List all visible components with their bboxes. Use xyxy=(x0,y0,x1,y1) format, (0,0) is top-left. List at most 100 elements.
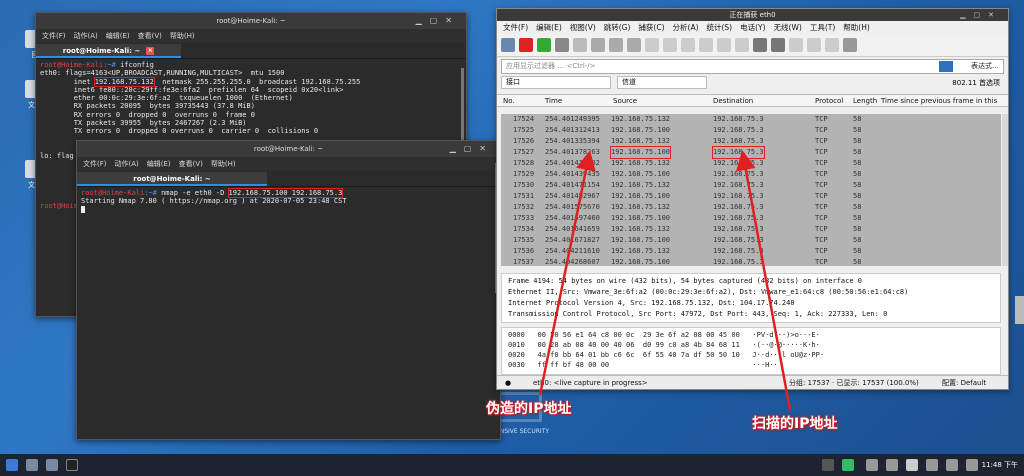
menu-edit[interactable]: 编辑(E) xyxy=(106,32,130,40)
menu-view[interactable]: 查看(V) xyxy=(138,32,162,40)
col-protocol[interactable]: Protocol xyxy=(815,95,843,107)
last-packet-icon[interactable] xyxy=(735,38,749,52)
go-forward-icon[interactable] xyxy=(681,38,695,52)
normal-size-icon[interactable] xyxy=(825,38,839,52)
terminal-tab[interactable]: root@Hoime-Kali: ~ × xyxy=(36,44,181,58)
packet-row[interactable]: 17535 254.401671827 192.168.75.100 192.168.… xyxy=(501,235,1001,246)
detail-frame[interactable]: Frame 4194: 54 bytes on wire (432 bits),… xyxy=(508,276,994,287)
channel-select[interactable]: 信道 xyxy=(617,76,707,89)
window-titlebar[interactable]: 正在捕获 eth0 ▁▢✕ xyxy=(497,9,1008,21)
stop-capture-icon[interactable] xyxy=(519,38,533,52)
battery-icon[interactable] xyxy=(906,459,918,471)
capture-options-icon[interactable] xyxy=(555,38,569,52)
detail-ethernet[interactable]: Ethernet II, Src: Vmware_3e:6f:a2 (00:0c… xyxy=(508,287,994,298)
menu-action[interactable]: 动作(A) xyxy=(74,32,98,40)
menu-telephony[interactable]: 电话(Y) xyxy=(740,23,765,32)
terminal-tab[interactable]: root@Hoime-Kali: ~ xyxy=(77,172,267,186)
packet-row[interactable]: 17536 254.404211610 192.168.75.132 192.168.… xyxy=(501,246,1001,257)
col-no[interactable]: No. xyxy=(503,95,515,107)
power-icon[interactable] xyxy=(926,459,938,471)
packet-row[interactable]: 17527 254.401378263 192.168.75.100 192.168.… xyxy=(501,146,1001,159)
network-icon[interactable] xyxy=(866,459,878,471)
menu-help[interactable]: 帮助(H) xyxy=(843,23,870,32)
open-file-icon[interactable] xyxy=(573,38,587,52)
packet-row[interactable]: 17528 254.401418502 192.168.75.132 192.168.… xyxy=(501,158,1001,169)
file-manager-icon[interactable] xyxy=(46,459,58,471)
menu-file[interactable]: 文件(F) xyxy=(83,160,107,168)
col-destination[interactable]: Destination xyxy=(713,95,753,107)
packet-details[interactable]: Frame 4194: 54 bytes on wire (432 bits),… xyxy=(501,273,1001,323)
col-delta[interactable]: Time since previous frame in this xyxy=(881,95,997,107)
packet-row[interactable]: 17534 254.401641659 192.168.75.132 192.168.… xyxy=(501,224,1001,235)
packet-list-scrollbar[interactable] xyxy=(1002,114,1008,266)
wireless-prefs-link[interactable]: 802.11 首选项 xyxy=(952,76,1000,90)
close-file-icon[interactable] xyxy=(609,38,623,52)
shark-fin-icon[interactable] xyxy=(501,38,515,52)
zoom-in-icon[interactable] xyxy=(789,38,803,52)
interface-select[interactable]: 接口 xyxy=(501,76,611,89)
menu-help[interactable]: 帮助(H) xyxy=(211,160,236,168)
colorize-icon[interactable] xyxy=(771,38,785,52)
expression-button[interactable]: 表达式… xyxy=(971,60,999,73)
packet-row[interactable]: 17531 254.401492967 192.168.75.100 192.168.… xyxy=(501,191,1001,202)
packet-list[interactable]: 17524 254.401249395 192.168.75.132 192.168.… xyxy=(501,114,1001,266)
go-back-icon[interactable] xyxy=(663,38,677,52)
menu-help[interactable]: 帮助(H) xyxy=(170,32,195,40)
menu-statistics[interactable]: 统计(S) xyxy=(707,23,733,32)
packet-row[interactable]: 17530 254.401471154 192.168.75.132 192.168.… xyxy=(501,180,1001,191)
save-file-icon[interactable] xyxy=(591,38,605,52)
app-icon[interactable] xyxy=(886,459,898,471)
packet-row[interactable]: 17537 254.404268607 192.168.75.100 192.168.… xyxy=(501,257,1001,266)
side-panel-handle[interactable] xyxy=(1015,296,1024,324)
kali-menu-icon[interactable] xyxy=(6,459,18,471)
apply-filter-icon[interactable] xyxy=(939,61,953,72)
menu-view[interactable]: 查看(V) xyxy=(179,160,203,168)
packet-row[interactable]: 17529 254.401439435 192.168.75.100 192.168.… xyxy=(501,169,1001,180)
window-controls[interactable]: ▁▢✕ xyxy=(960,9,1002,21)
window-controls[interactable]: ▁▢✕ xyxy=(416,13,460,29)
go-to-packet-icon[interactable] xyxy=(699,38,713,52)
window-controls[interactable]: ▁▢✕ xyxy=(450,141,494,157)
notifications-icon[interactable] xyxy=(946,459,958,471)
packet-bytes[interactable]: 0000 00 50 56 e1 64 c8 00 0c 29 3e 6f a2… xyxy=(501,327,1001,375)
menu-file[interactable]: 文件(F) xyxy=(42,32,66,40)
terminal-window-nmap[interactable]: root@Hoime-Kali: ~ ▁▢✕ 文件(F) 动作(A) 编辑(E) 查看(… xyxy=(76,140,501,440)
packet-row[interactable]: 17533 254.401597460 192.168.75.100 192.168.… xyxy=(501,213,1001,224)
find-packet-icon[interactable] xyxy=(645,38,659,52)
packet-row[interactable]: 17526 254.401335394 192.168.75.132 192.168.… xyxy=(501,136,1001,147)
detail-tcp[interactable]: Transmission Control Protocol, Src Port:… xyxy=(508,309,994,320)
autoscroll-icon[interactable] xyxy=(753,38,767,52)
window-titlebar[interactable]: root@Hoime-Kali: ~ ▁▢✕ xyxy=(77,141,500,157)
col-source[interactable]: Source xyxy=(613,95,637,107)
terminal-icon[interactable] xyxy=(66,459,78,471)
menu-edit[interactable]: 编辑(E) xyxy=(536,23,562,32)
menu-capture[interactable]: 捕获(C) xyxy=(638,23,664,32)
menu-wireless[interactable]: 无线(W) xyxy=(774,23,802,32)
col-length[interactable]: Length xyxy=(853,95,877,107)
expert-info-icon[interactable]: ● xyxy=(505,376,511,390)
detail-ipv4[interactable]: Internet Protocol Version 4, Src: 192.16… xyxy=(508,298,994,309)
lock-icon[interactable] xyxy=(966,459,978,471)
menu-go[interactable]: 跳转(G) xyxy=(604,23,631,32)
packet-row[interactable]: 17524 254.401249395 192.168.75.132 192.168.… xyxy=(501,114,1001,125)
status-profile[interactable]: 配置: Default xyxy=(942,376,986,390)
window-titlebar[interactable]: root@Hoime-Kali: ~ ▁▢✕ xyxy=(36,13,466,29)
menu-action[interactable]: 动作(A) xyxy=(115,160,139,168)
workspace-2-icon[interactable] xyxy=(842,459,854,471)
clock[interactable]: 11:48 下午 xyxy=(982,460,1018,470)
menu-file[interactable]: 文件(F) xyxy=(503,23,528,32)
close-tab-icon[interactable]: × xyxy=(146,47,155,55)
menu-view[interactable]: 视图(V) xyxy=(570,23,596,32)
show-desktop-icon[interactable] xyxy=(26,459,38,471)
resize-columns-icon[interactable] xyxy=(843,38,857,52)
first-packet-icon[interactable] xyxy=(717,38,731,52)
reload-icon[interactable] xyxy=(627,38,641,52)
workspace-1-icon[interactable] xyxy=(822,459,834,471)
zoom-out-icon[interactable] xyxy=(807,38,821,52)
packet-row[interactable]: 17532 254.401575670 192.168.75.132 192.168.… xyxy=(501,202,1001,213)
menu-analyze[interactable]: 分析(A) xyxy=(673,23,699,32)
display-filter-input[interactable]: 应用显示过滤器 … <Ctrl-/> 表达式… xyxy=(501,59,1004,74)
col-time[interactable]: Time xyxy=(545,95,562,107)
menu-tools[interactable]: 工具(T) xyxy=(810,23,835,32)
wireshark-window[interactable]: 正在捕获 eth0 ▁▢✕ 文件(F) 编辑(E) 视图(V) 跳转(G) 捕获(C) 分析… xyxy=(496,8,1009,390)
